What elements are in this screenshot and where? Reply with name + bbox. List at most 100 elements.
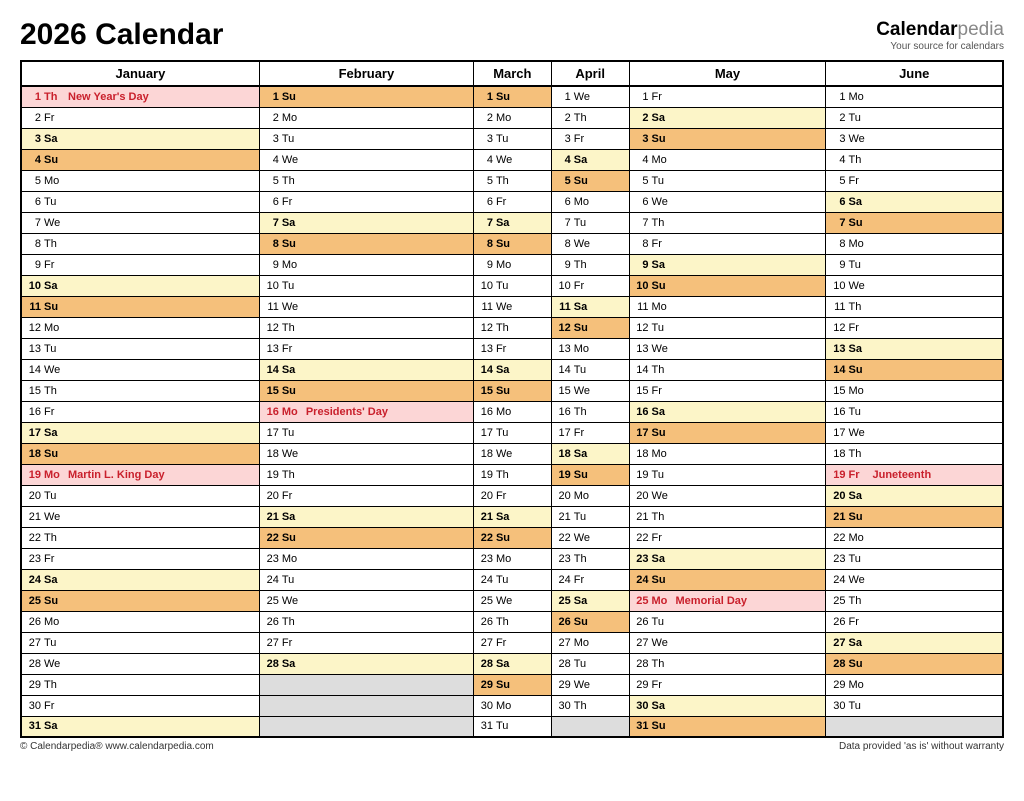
- day-cell: 25Su: [21, 590, 259, 611]
- day-cell: 22Su: [473, 527, 551, 548]
- day-cell: 9Th: [551, 254, 629, 275]
- day-cell: 7Su: [826, 212, 1003, 233]
- day-cell: 10Tu: [473, 275, 551, 296]
- day-cell: 16Fr: [21, 401, 259, 422]
- day-cell: 24Su: [629, 569, 826, 590]
- day-cell: 17Sa: [21, 422, 259, 443]
- day-cell: 17Fr: [551, 422, 629, 443]
- day-cell: 23Mo: [259, 548, 473, 569]
- brand: Calendarpedia Your source for calendars: [876, 19, 1004, 52]
- day-cell: 29We: [551, 674, 629, 695]
- day-cell: 6Sa: [826, 191, 1003, 212]
- day-cell: 22We: [551, 527, 629, 548]
- day-cell: 1Su: [473, 86, 551, 107]
- day-row: 10Sa10Tu10Tu10Fr10Su10We: [21, 275, 1003, 296]
- day-row: 5Mo5Th5Th5Su5Tu5Fr: [21, 170, 1003, 191]
- day-cell: 19Th: [473, 464, 551, 485]
- day-row: 11Su11We11We11Sa11Mo11Th: [21, 296, 1003, 317]
- day-cell: 27We: [629, 632, 826, 653]
- day-row: 13Tu13Fr13Fr13Mo13We13Sa: [21, 338, 1003, 359]
- day-cell: 8We: [551, 233, 629, 254]
- day-cell: 6Fr: [473, 191, 551, 212]
- day-cell: 4We: [259, 149, 473, 170]
- day-cell: 2Th: [551, 107, 629, 128]
- day-row: 26Mo26Th26Th26Su26Tu26Fr: [21, 611, 1003, 632]
- day-cell: 16Sa: [629, 401, 826, 422]
- day-row: 20Tu20Fr20Fr20Mo20We20Sa: [21, 485, 1003, 506]
- day-cell: 8Fr: [629, 233, 826, 254]
- day-cell: 27Tu: [21, 632, 259, 653]
- day-cell: 16MoPresidents' Day: [259, 401, 473, 422]
- day-cell: 5Fr: [826, 170, 1003, 191]
- day-cell: 25We: [259, 590, 473, 611]
- day-row: 19MoMartin L. King Day19Th19Th19Su19Tu19…: [21, 464, 1003, 485]
- day-cell: 2Tu: [826, 107, 1003, 128]
- day-row: 30Fr30Mo30Th30Sa30Tu: [21, 695, 1003, 716]
- day-cell: 21Tu: [551, 506, 629, 527]
- day-cell: 31Su: [629, 716, 826, 737]
- day-cell: 18Sa: [551, 443, 629, 464]
- day-row: 22Th22Su22Su22We22Fr22Mo: [21, 527, 1003, 548]
- day-cell: 9Tu: [826, 254, 1003, 275]
- day-cell: 1We: [551, 86, 629, 107]
- day-cell: 20Fr: [259, 485, 473, 506]
- day-cell: 17Su: [629, 422, 826, 443]
- day-cell: 26Fr: [826, 611, 1003, 632]
- page-title: 2026 Calendar: [20, 18, 223, 52]
- day-row: 31Sa31Tu31Su: [21, 716, 1003, 737]
- day-cell: 29Fr: [629, 674, 826, 695]
- day-cell: 11Su: [21, 296, 259, 317]
- month-header: June: [826, 61, 1003, 86]
- header: 2026 Calendar Calendarpedia Your source …: [20, 18, 1004, 52]
- day-cell: 19FrJuneteenth: [826, 464, 1003, 485]
- day-row: 21We21Sa21Sa21Tu21Th21Su: [21, 506, 1003, 527]
- day-cell: 28Th: [629, 653, 826, 674]
- day-cell: 24Tu: [259, 569, 473, 590]
- day-cell: 17We: [826, 422, 1003, 443]
- day-cell: 1Fr: [629, 86, 826, 107]
- day-row: 3Sa3Tu3Tu3Fr3Su3We: [21, 128, 1003, 149]
- day-cell: 4Mo: [629, 149, 826, 170]
- day-cell: 15Fr: [629, 380, 826, 401]
- day-row: 18Su18We18We18Sa18Mo18Th: [21, 443, 1003, 464]
- day-cell: 21Sa: [473, 506, 551, 527]
- day-cell: 8Su: [259, 233, 473, 254]
- day-cell: 20Tu: [21, 485, 259, 506]
- day-cell: 16Th: [551, 401, 629, 422]
- day-cell: 18We: [473, 443, 551, 464]
- day-row: 9Fr9Mo9Mo9Th9Sa9Tu: [21, 254, 1003, 275]
- day-cell: 12Fr: [826, 317, 1003, 338]
- day-cell: 13Mo: [551, 338, 629, 359]
- day-cell: 1Su: [259, 86, 473, 107]
- day-cell: 24We: [826, 569, 1003, 590]
- day-cell: 13Sa: [826, 338, 1003, 359]
- month-header-row: JanuaryFebruaryMarchAprilMayJune: [21, 61, 1003, 86]
- day-cell: 14Tu: [551, 359, 629, 380]
- day-cell: 22Mo: [826, 527, 1003, 548]
- day-cell: 16Tu: [826, 401, 1003, 422]
- day-cell: 3We: [826, 128, 1003, 149]
- day-cell: 29Mo: [826, 674, 1003, 695]
- day-cell: 12Su: [551, 317, 629, 338]
- day-cell: 12Th: [259, 317, 473, 338]
- day-cell: [551, 716, 629, 737]
- day-cell: 7Tu: [551, 212, 629, 233]
- day-cell: 3Fr: [551, 128, 629, 149]
- day-cell: 25MoMemorial Day: [629, 590, 826, 611]
- day-cell: 21Th: [629, 506, 826, 527]
- day-cell: 2Mo: [473, 107, 551, 128]
- day-cell: 9Sa: [629, 254, 826, 275]
- day-cell: 3Tu: [473, 128, 551, 149]
- day-cell: 29Su: [473, 674, 551, 695]
- day-cell: 17Tu: [259, 422, 473, 443]
- day-cell: 24Tu: [473, 569, 551, 590]
- day-cell: 22Th: [21, 527, 259, 548]
- day-cell: 11We: [473, 296, 551, 317]
- day-cell: 4We: [473, 149, 551, 170]
- day-cell: 11Mo: [629, 296, 826, 317]
- day-cell: 7We: [21, 212, 259, 233]
- day-cell: 7Sa: [259, 212, 473, 233]
- day-cell: 27Mo: [551, 632, 629, 653]
- day-cell: 30Th: [551, 695, 629, 716]
- day-cell: 13Fr: [473, 338, 551, 359]
